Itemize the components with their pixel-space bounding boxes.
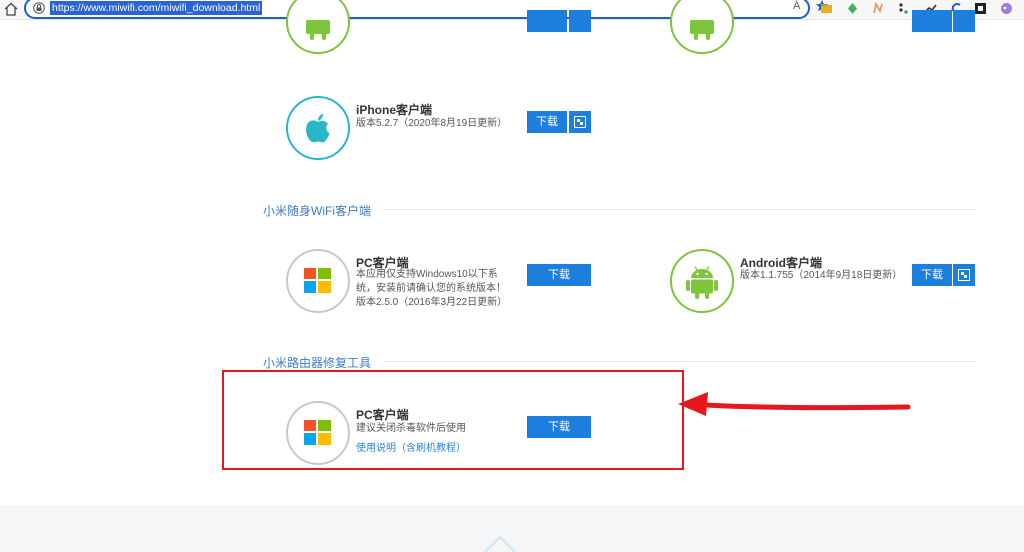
partial-download-button-right[interactable] xyxy=(912,10,952,32)
footer-logo-icon xyxy=(483,535,517,552)
wifi-android-download-button[interactable]: 下载 xyxy=(912,264,952,286)
read-aloud-icon[interactable]: Á xyxy=(793,0,800,12)
browser-toolbar: https://www.miwifi.com/miwifi_download.h… xyxy=(0,0,1024,20)
android-icon xyxy=(306,20,330,40)
iphone-qr-button[interactable] xyxy=(569,111,591,133)
wifi-android-qr-button[interactable] xyxy=(953,264,975,286)
android-icon xyxy=(690,20,714,40)
wifi-android-version: 版本1.1.755（2014年9月18日更新） xyxy=(740,270,903,281)
iphone-client-title: iPhone客户端 xyxy=(356,103,433,117)
wifi-pc-desc-line2: 统，安装前请确认您的系统版本！ xyxy=(356,283,506,294)
extension-purple-icon[interactable] xyxy=(1000,2,1013,15)
extension-leaf-icon[interactable] xyxy=(846,2,859,15)
windows-icon xyxy=(304,268,331,293)
android-icon xyxy=(686,266,718,299)
extension-dots-icon[interactable] xyxy=(898,2,911,15)
iphone-download-button[interactable]: 下载 xyxy=(527,111,567,133)
iphone-version: 版本5.2.7（2020年8月19日更新） xyxy=(356,118,508,129)
partial-qr-button-right[interactable] xyxy=(953,10,975,32)
page-content: iPhone客户端 版本5.2.7（2020年8月19日更新） 下载 小米随身W… xyxy=(0,0,1024,552)
qr-code-icon xyxy=(958,269,970,281)
browser-window: https://www.miwifi.com/miwifi_download.h… xyxy=(0,0,1024,552)
section-divider xyxy=(383,361,976,362)
extension-square-icon[interactable] xyxy=(974,2,987,15)
section-divider xyxy=(383,209,976,210)
page-footer xyxy=(0,505,1024,552)
url-text[interactable]: https://www.miwifi.com/miwifi_download.h… xyxy=(50,1,263,15)
annotation-arrow-icon xyxy=(678,392,911,416)
android-icon-circle-right xyxy=(670,0,734,54)
partial-qr-button-left[interactable] xyxy=(569,10,591,32)
wifi-pc-version: 版本2.5.0（2016年3月22日更新） xyxy=(356,297,508,308)
wifi-pc-desc-line1: 本应用仅支持Windows10以下系 xyxy=(356,269,498,280)
lock-icon[interactable] xyxy=(33,2,45,14)
windows-icon-circle xyxy=(286,249,350,313)
wifi-pc-download-button[interactable]: 下载 xyxy=(527,264,591,286)
android-icon-circle xyxy=(286,0,350,54)
extension-n-icon[interactable] xyxy=(872,2,885,15)
iphone-icon-circle xyxy=(286,96,350,160)
annotation-highlight-box xyxy=(222,370,684,470)
android-icon-circle-wifi xyxy=(670,249,734,313)
section-title-repair: 小米路由器修复工具 xyxy=(263,356,372,370)
qr-code-icon xyxy=(574,116,586,128)
home-icon[interactable] xyxy=(3,1,19,17)
section-title-wifi: 小米随身WiFi客户端 xyxy=(263,204,371,218)
extension-folder-icon[interactable] xyxy=(820,2,833,15)
partial-download-button-left[interactable] xyxy=(527,10,567,32)
apple-icon xyxy=(306,114,330,143)
